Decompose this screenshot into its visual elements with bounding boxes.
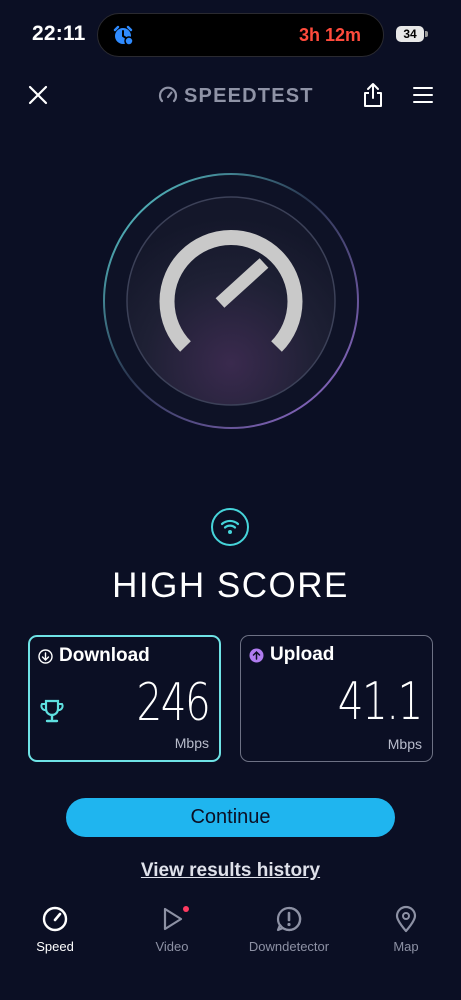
download-result-card[interactable]: Download 246 Mbps [28,635,221,762]
alarm-clock-icon [113,25,134,46]
nav-label-speed: Speed [36,939,74,954]
speed-gauge-icon [42,906,68,932]
battery-tip [425,31,428,37]
menu-icon[interactable] [412,84,434,106]
wifi-badge [211,508,249,546]
upload-value: 41.1 [337,672,424,732]
speedtest-logo: SPEEDTEST [158,84,314,108]
map-pin-icon [395,905,417,933]
upload-unit: Mbps [387,736,422,752]
dynamic-island[interactable]: 3h 12m [97,13,384,57]
close-icon[interactable] [26,83,50,107]
nav-label-map: Map [393,939,419,954]
nav-label-downdetector: Downdetector [248,939,330,954]
nav-item-speed[interactable]: Speed [0,905,110,957]
download-arrow-icon [38,648,53,664]
nav-item-map[interactable]: Map [351,905,461,957]
nav-label-video: Video [155,939,189,954]
play-icon [158,905,189,933]
download-unit: Mbps [174,735,209,751]
continue-button[interactable]: Continue [66,798,395,837]
status-time: 22:11 [32,22,86,45]
timer-countdown: 3h 12m [298,25,361,45]
view-results-history-link[interactable]: View results history [0,860,461,882]
upload-arrow-icon [249,648,264,662]
notification-dot [183,906,189,912]
speed-gauge [103,173,359,429]
nav-item-downdetector[interactable]: Downdetector [234,905,344,957]
share-icon[interactable] [361,82,385,108]
trophy-icon [40,699,64,723]
upload-label: Upload [270,644,335,665]
gauge-logo-icon [158,86,178,103]
upload-result-card[interactable]: Upload 41.1 Mbps [240,635,433,762]
logo-text: SPEEDTEST [184,84,314,107]
wifi-icon [220,519,240,534]
alert-icon [276,906,302,932]
score-title: HIGH SCORE [112,566,349,605]
download-value: 246 [136,673,210,733]
download-label: Download [59,645,150,666]
battery-indicator: 34 [396,26,424,42]
nav-item-video[interactable]: Video [117,905,227,957]
